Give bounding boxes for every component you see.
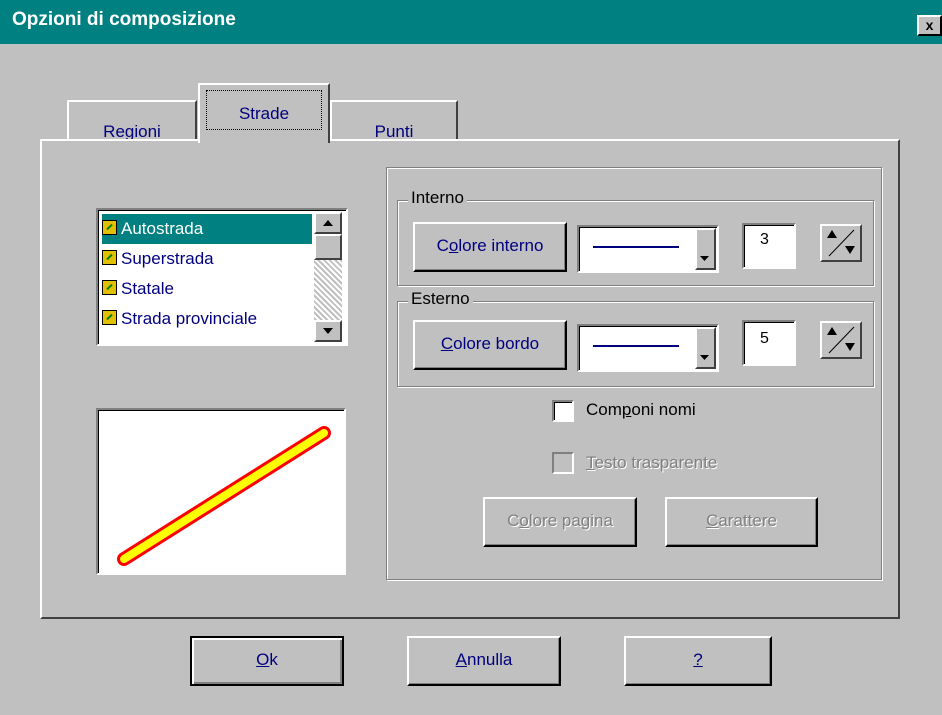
spinner-arrows-icon xyxy=(827,326,855,354)
list-item[interactable]: Autostrada xyxy=(102,214,312,244)
tab-strade[interactable]: Strade xyxy=(198,83,330,143)
title-bar[interactable]: Opzioni di composizione x xyxy=(0,0,942,44)
list-scrollbar[interactable] xyxy=(314,212,342,342)
esterno-line-style-select[interactable] xyxy=(577,324,719,372)
interno-legend: Interno xyxy=(408,188,467,208)
tab-punti[interactable]: Punti xyxy=(330,100,458,141)
chevron-down-icon xyxy=(700,256,709,261)
road-type-list[interactable]: Autostrada Superstrada Statale Strada pr… xyxy=(96,208,348,346)
interno-width-value: 3 xyxy=(760,231,769,248)
interno-line-style-select[interactable] xyxy=(577,225,719,273)
dropdown-button[interactable] xyxy=(695,327,716,369)
ok-button[interactable]: Ok xyxy=(190,636,344,686)
list-item[interactable]: Strada provinciale xyxy=(102,304,312,334)
list-item[interactable]: Statale xyxy=(102,274,312,304)
tab-regioni[interactable]: Regioni xyxy=(67,100,197,141)
colore-interno-button[interactable]: Colore interno xyxy=(413,222,567,272)
line-style-sample xyxy=(593,246,679,248)
componi-nomi-label[interactable]: Componi nomi xyxy=(586,400,696,420)
road-icon xyxy=(102,280,117,296)
esterno-width-value: 5 xyxy=(760,330,769,347)
testo-trasparente-checkbox[interactable] xyxy=(552,452,574,474)
arrow-down-icon xyxy=(323,328,333,334)
close-button[interactable]: x xyxy=(917,15,942,36)
scroll-thumb[interactable] xyxy=(314,234,342,260)
road-icon xyxy=(102,220,117,236)
esterno-width-spinner[interactable] xyxy=(820,321,862,359)
tab-strade-label: Strade xyxy=(238,104,290,123)
road-preview-icon xyxy=(117,426,331,566)
scroll-up-button[interactable] xyxy=(314,212,342,234)
road-icon xyxy=(102,250,117,266)
carattere-button[interactable]: Carattere xyxy=(665,497,818,547)
spinner-arrows-icon xyxy=(827,229,855,257)
help-button[interactable]: ? xyxy=(624,636,772,686)
dropdown-button[interactable] xyxy=(695,228,716,270)
esterno-width-field[interactable]: 5 xyxy=(742,320,796,366)
colore-pagina-button[interactable]: Colore pagina xyxy=(483,497,637,547)
dialog-window: Opzioni di composizione x Regioni Punti … xyxy=(0,0,942,715)
esterno-legend: Esterno xyxy=(408,289,473,309)
line-preview xyxy=(96,408,346,575)
scroll-down-button[interactable] xyxy=(314,320,342,342)
road-icon xyxy=(102,310,117,326)
interno-width-spinner[interactable] xyxy=(820,224,862,262)
arrow-up-icon xyxy=(323,220,333,226)
list-item[interactable]: Superstrada xyxy=(102,244,312,274)
interno-width-field[interactable]: 3 xyxy=(742,223,796,269)
componi-nomi-checkbox[interactable] xyxy=(552,400,574,422)
window-title: Opzioni di composizione xyxy=(12,9,236,30)
colore-bordo-button[interactable]: Colore bordo xyxy=(413,320,567,370)
chevron-down-icon xyxy=(700,355,709,360)
close-icon: x xyxy=(925,17,934,33)
line-style-sample xyxy=(593,345,679,347)
annulla-button[interactable]: Annulla xyxy=(407,636,561,686)
testo-trasparente-label[interactable]: Testo trasparente xyxy=(586,453,717,473)
